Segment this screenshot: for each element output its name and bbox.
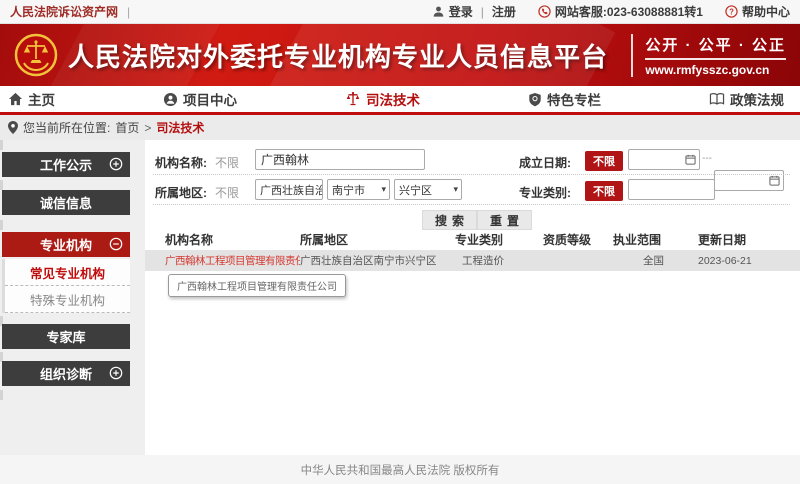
calendar-icon[interactable] xyxy=(769,175,780,186)
sidebar-item-integrity-info[interactable]: 诚信信息 xyxy=(2,190,130,215)
book-icon xyxy=(709,92,725,106)
professional-orgs-submenu: 常见专业机构 特殊专业机构 xyxy=(2,259,130,313)
breadcrumb-home[interactable]: 首页 xyxy=(115,119,139,136)
nav-home[interactable]: 主页 xyxy=(8,89,55,109)
org-name-label: 机构名称: xyxy=(155,154,207,171)
register-link[interactable]: 注册 xyxy=(492,3,516,20)
table-header-row: 机构名称 所属地区 专业类别 资质等级 执业范围 更新日期 xyxy=(145,228,800,250)
org-name-unlimited[interactable]: 不限 xyxy=(215,154,239,171)
col-grade: 资质等级 xyxy=(543,231,613,248)
col-update-date: 更新日期 xyxy=(698,231,800,248)
date-range-separator: --- xyxy=(702,153,712,164)
city-select[interactable]: 南宁市 ▾ xyxy=(327,179,390,200)
org-name-input[interactable] xyxy=(255,149,425,170)
category-label: 专业类别: xyxy=(519,184,571,201)
date-from-field[interactable] xyxy=(628,149,700,170)
form-divider xyxy=(153,204,790,205)
chevron-down-icon: ▾ xyxy=(453,184,458,195)
col-scope: 执业范围 xyxy=(613,231,698,248)
category-unlimited-badge[interactable]: 不限 xyxy=(585,181,623,201)
col-category: 专业类别 xyxy=(455,231,543,248)
plus-circle-icon[interactable] xyxy=(109,157,123,171)
sidebar-item-expert-pool[interactable]: 专家库 xyxy=(2,324,130,349)
district-select[interactable]: 兴宁区 ▾ xyxy=(394,179,462,200)
cell-region: 广西壮族自治区南宁市兴宁区 xyxy=(300,253,455,268)
service-phone: 网站客服:023-63088881转1 xyxy=(538,3,703,20)
sidebar-item-work-publicity[interactable]: 工作公示 xyxy=(2,152,130,177)
region-unlimited[interactable]: 不限 xyxy=(215,184,239,201)
location-pin-icon xyxy=(8,121,18,134)
phone-icon xyxy=(538,5,551,18)
nav-judicial-technology[interactable]: 司法技术 xyxy=(345,89,420,109)
sidebar: 工作公示 诚信信息 专业机构 常见专业机构 特殊专业机构 专家库 组织诊断 xyxy=(0,140,145,455)
cell-category: 工程造价 xyxy=(455,253,543,268)
shield-icon xyxy=(528,92,542,107)
footer: 中华人民共和国最高人民法院 版权所有 xyxy=(0,455,800,484)
scales-icon xyxy=(345,91,361,107)
main-nav: 主页 项目中心 司法技术 特色专栏 政策法规 xyxy=(0,86,800,115)
asset-site-link[interactable]: 人民法院诉讼资产网 xyxy=(10,3,118,20)
platform-title: 人民法院对外委托专业机构专业人员信息平台 xyxy=(68,37,608,74)
cell-scope: 全国 xyxy=(613,253,698,268)
province-select[interactable]: 广西壮族自治 ▾ xyxy=(255,179,323,200)
org-name-tooltip: 广西翰林工程项目管理有限责任公司 xyxy=(168,274,346,297)
breadcrumb-prefix: 您当前所在位置: xyxy=(23,119,110,136)
sidebar-item-professional-orgs[interactable]: 专业机构 xyxy=(2,232,130,257)
reset-button[interactable]: 重置 xyxy=(477,210,532,230)
plus-circle-icon[interactable] xyxy=(109,366,123,380)
user-icon xyxy=(432,5,445,18)
court-emblem-logo xyxy=(14,33,58,77)
submenu-special-orgs[interactable]: 特殊专业机构 xyxy=(5,286,130,313)
home-icon xyxy=(8,92,23,106)
col-org-name: 机构名称 xyxy=(165,231,300,248)
project-center-icon xyxy=(163,92,178,107)
topbar-divider: | xyxy=(127,5,130,19)
establish-date-label: 成立日期: xyxy=(519,154,571,171)
nav-policies[interactable]: 政策法规 xyxy=(709,89,784,109)
submenu-common-orgs[interactable]: 常见专业机构 xyxy=(5,259,130,286)
sidebar-item-org-diagnosis[interactable]: 组织诊断 xyxy=(2,361,130,386)
svg-text:?: ? xyxy=(729,7,734,16)
breadcrumb-current[interactable]: 司法技术 xyxy=(156,119,204,136)
form-divider xyxy=(153,174,790,175)
cell-update-date: 2023-06-21 xyxy=(698,255,800,267)
nav-project-center[interactable]: 项目中心 xyxy=(163,89,237,109)
category-input[interactable] xyxy=(628,179,715,200)
search-button[interactable]: 搜索 xyxy=(422,210,477,230)
col-region: 所属地区 xyxy=(300,231,455,248)
breadcrumb-separator: > xyxy=(144,121,151,135)
question-icon: ? xyxy=(725,5,738,18)
login-link[interactable]: 登录 xyxy=(432,3,473,20)
calendar-icon[interactable] xyxy=(685,154,696,165)
minus-circle-icon[interactable] xyxy=(109,237,123,251)
site-url: www.rmfysszc.gov.cn xyxy=(645,63,786,77)
region-label: 所属地区: xyxy=(155,184,207,201)
main-panel: 机构名称: 不限 成立日期: 不限 --- 所属地区: 不限 广西壮族自治 ▾ … xyxy=(145,140,800,455)
help-center-link[interactable]: ? 帮助中心 xyxy=(725,3,790,20)
top-utility-bar: 人民法院诉讼资产网 | 登录 | 注册 网站客服:023-63088881转1 … xyxy=(0,0,800,24)
breadcrumb: 您当前所在位置: 首页 > 司法技术 xyxy=(0,115,800,140)
org-name-link[interactable]: 广西翰林工程项目管理有限责任... xyxy=(165,253,300,268)
nav-featured-column[interactable]: 特色专栏 xyxy=(528,89,601,109)
table-row: 广西翰林工程项目管理有限责任... 广西壮族自治区南宁市兴宁区 工程造价 全国 … xyxy=(145,250,800,271)
copyright-text: 中华人民共和国最高人民法院 版权所有 xyxy=(301,462,500,478)
site-header: 人民法院对外委托专业机构专业人员信息平台 公开 · 公平 · 公正 www.rm… xyxy=(0,24,800,86)
chevron-down-icon: ▾ xyxy=(381,184,386,195)
slogan: 公开 · 公平 · 公正 xyxy=(645,34,786,60)
date-unlimited-badge[interactable]: 不限 xyxy=(585,151,623,171)
